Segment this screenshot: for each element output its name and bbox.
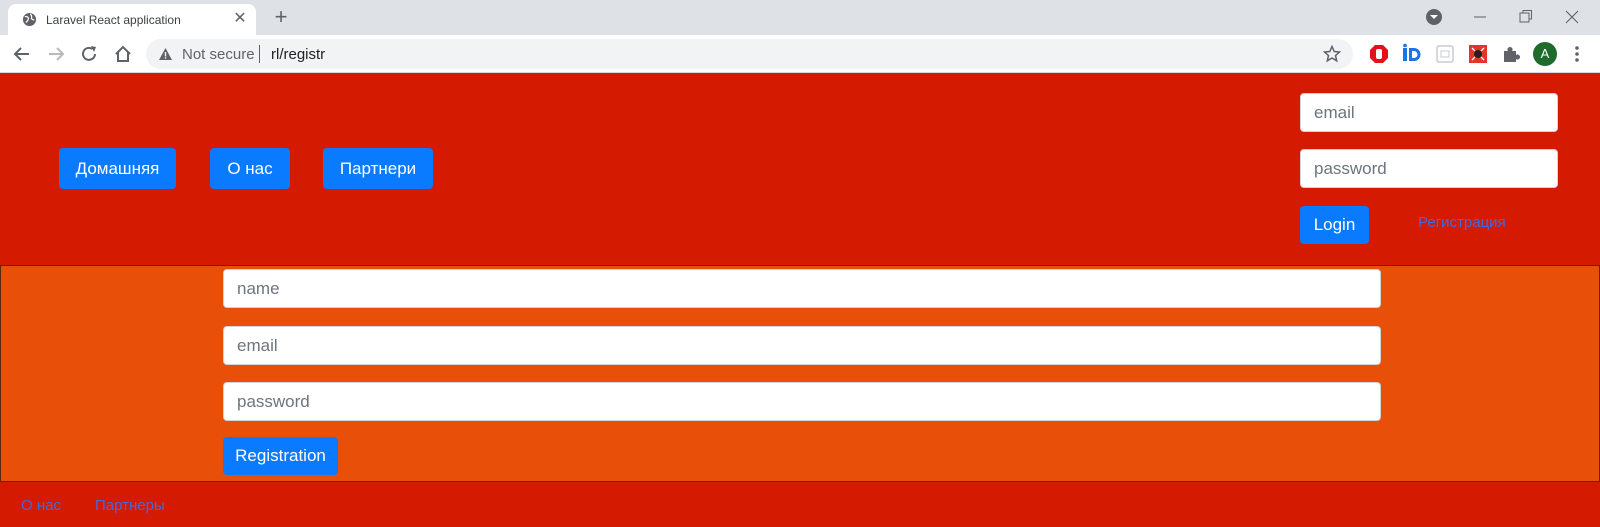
browser-toolbar: Not secure rl/registr A xyxy=(0,35,1600,73)
address-bar[interactable]: Not secure rl/registr xyxy=(146,39,1353,69)
globe-icon xyxy=(22,12,37,27)
arrow-left-icon[interactable] xyxy=(11,43,33,65)
url-text[interactable]: rl/registr xyxy=(271,46,325,63)
profile-avatar[interactable]: A xyxy=(1533,42,1557,66)
security-label[interactable]: Not secure xyxy=(182,46,255,63)
puzzle-icon[interactable] xyxy=(1500,43,1522,65)
name-input[interactable] xyxy=(223,269,1381,308)
close-icon[interactable]: ✕ xyxy=(232,11,248,27)
password-input[interactable] xyxy=(223,382,1381,421)
login-button[interactable]: Login xyxy=(1300,206,1369,244)
register-link[interactable]: Регистрация xyxy=(1418,214,1506,231)
close-window-icon[interactable] xyxy=(1564,8,1584,26)
tab-title: Laravel React application xyxy=(46,13,181,27)
page-extension-icon[interactable] xyxy=(1434,43,1456,65)
email-input[interactable] xyxy=(223,326,1381,365)
registration-submit-button[interactable]: Registration xyxy=(223,437,338,475)
kebab-menu-icon[interactable] xyxy=(1571,44,1583,64)
minimize-icon[interactable] xyxy=(1472,8,1492,26)
divider xyxy=(259,45,260,63)
nav-partners-button[interactable]: Партнери xyxy=(323,148,433,189)
page-viewport: Домашняя О нас Партнери Login Регистраци… xyxy=(0,74,1600,527)
browser-tab[interactable]: Laravel React application ✕ xyxy=(8,4,256,35)
warning-icon xyxy=(158,47,173,61)
registration-form: Registration xyxy=(0,265,1600,482)
restore-icon[interactable] xyxy=(1518,8,1538,26)
browser-tabstrip: Laravel React application ✕ + xyxy=(0,0,1600,35)
id-extension-icon[interactable] xyxy=(1401,43,1423,65)
site-header: Домашняя О нас Партнери Login Регистраци… xyxy=(0,74,1600,265)
login-email-input[interactable] xyxy=(1300,93,1558,132)
new-tab-button[interactable]: + xyxy=(270,6,292,28)
nav-about-button[interactable]: О нас xyxy=(210,148,290,189)
home-icon[interactable] xyxy=(112,43,134,65)
chrome-menu-icon[interactable] xyxy=(1425,8,1445,26)
nav-home-button[interactable]: Домашняя xyxy=(59,148,176,189)
site-footer: О нас Партнеры xyxy=(0,482,1600,527)
reload-icon[interactable] xyxy=(78,43,100,65)
footer-link-partners[interactable]: Партнеры xyxy=(95,497,165,514)
star-icon[interactable] xyxy=(1322,44,1342,63)
footer-link-about[interactable]: О нас xyxy=(21,497,61,514)
adblock-extension-icon[interactable] xyxy=(1368,43,1390,65)
bug-extension-icon[interactable] xyxy=(1467,43,1489,65)
login-password-input[interactable] xyxy=(1300,149,1558,188)
arrow-right-icon[interactable] xyxy=(45,43,67,65)
